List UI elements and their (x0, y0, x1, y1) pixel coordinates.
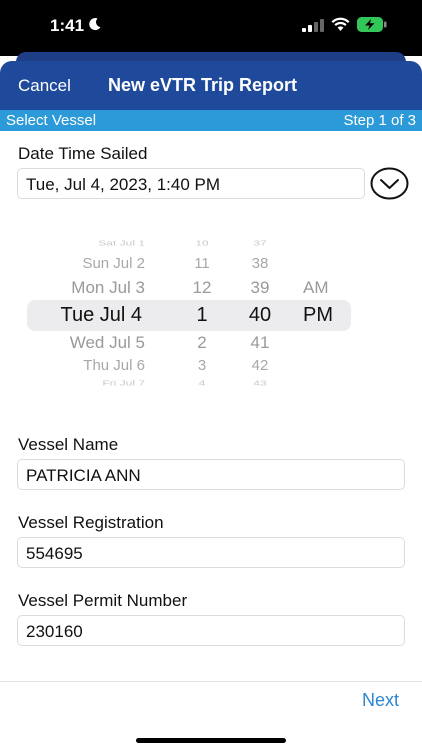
vessel-name-label: Vessel Name (18, 435, 119, 454)
next-button[interactable]: Next (362, 690, 399, 711)
picker-date-selected[interactable]: Tue Jul 4 (20, 304, 142, 327)
picker-minute-item[interactable]: 39 (238, 278, 282, 298)
picker-date-item[interactable]: Thu Jul 6 (20, 357, 145, 374)
step-bar: Select Vessel Step 1 of 3 (0, 110, 422, 131)
vessel-name-value: PATRICIA ANN (26, 466, 141, 485)
picker-date-item[interactable]: Sun Jul 2 (20, 255, 145, 272)
vessel-permit-value: 230160 (26, 622, 83, 641)
picker-hour-item[interactable]: 12 (182, 278, 222, 298)
cellular-signal-icon (302, 19, 324, 32)
picker-minute-item[interactable]: 38 (238, 255, 282, 272)
status-time: 1:41 (50, 16, 85, 35)
chevron-down-circle-icon[interactable] (370, 167, 409, 200)
step-indicator: Step 1 of 3 (343, 112, 416, 129)
picker-date-item[interactable]: Wed Jul 5 (20, 333, 145, 353)
date-time-field[interactable]: Tue, Jul 4, 2023, 1:40 PM (17, 168, 365, 199)
picker-period-item[interactable]: AM (303, 278, 329, 298)
vessel-permit-field[interactable]: 230160 (17, 615, 405, 646)
picker-period-selected[interactable]: PM (303, 304, 333, 327)
vessel-registration-field[interactable]: 554695 (17, 537, 405, 568)
cancel-button[interactable]: Cancel (18, 76, 71, 96)
status-bar: 1:41 (0, 0, 422, 56)
picker-hour-item[interactable]: 10 (182, 239, 222, 247)
picker-minute-selected[interactable]: 40 (238, 304, 282, 327)
battery-charging-icon (357, 17, 387, 32)
vessel-registration-value: 554695 (26, 544, 83, 563)
picker-date-item[interactable]: Fri Jul 7 (20, 379, 145, 387)
picker-minute-item[interactable]: 41 (238, 333, 282, 353)
date-time-picker[interactable]: Sat Jul 1 Sun Jul 2 Mon Jul 3 Tue Jul 4 … (0, 232, 422, 394)
vessel-permit-label: Vessel Permit Number (18, 591, 188, 610)
home-indicator[interactable] (136, 738, 286, 743)
picker-hour-item[interactable]: 11 (182, 255, 222, 272)
picker-minute-item[interactable]: 43 (238, 379, 282, 387)
picker-hour-item[interactable]: 4 (182, 379, 222, 387)
picker-hour-item[interactable]: 2 (182, 333, 222, 353)
wifi-icon (331, 17, 350, 31)
date-time-value: Tue, Jul 4, 2023, 1:40 PM (26, 175, 221, 194)
picker-date-item[interactable]: Mon Jul 3 (20, 278, 145, 298)
picker-date-item[interactable]: Sat Jul 1 (20, 239, 145, 247)
date-time-label: Date Time Sailed (18, 144, 148, 163)
picker-hour-item[interactable]: 3 (182, 357, 222, 374)
vessel-registration-label: Vessel Registration (18, 513, 164, 532)
footer-divider (0, 681, 422, 682)
navigation-bar: Cancel New eVTR Trip Report (0, 61, 422, 110)
page-title: New eVTR Trip Report (108, 75, 298, 95)
picker-minute-item[interactable]: 42 (238, 357, 282, 374)
moon-icon (89, 18, 101, 31)
vessel-name-field[interactable]: PATRICIA ANN (17, 459, 405, 490)
section-title: Select Vessel (6, 112, 97, 129)
picker-hour-selected[interactable]: 1 (182, 304, 222, 327)
picker-minute-item[interactable]: 37 (238, 239, 282, 247)
